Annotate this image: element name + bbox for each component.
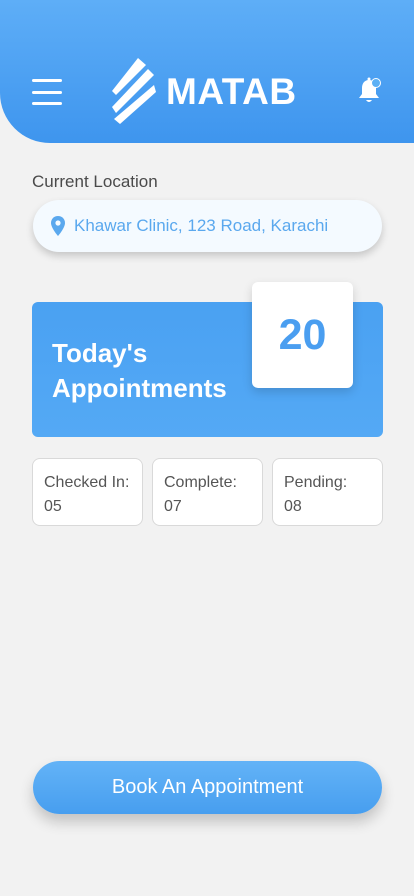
stat-checked-in[interactable]: Checked In: 05	[32, 458, 143, 526]
appointments-count: 20	[278, 310, 327, 359]
stat-label: Checked In:	[44, 474, 130, 491]
stat-label: Complete:	[164, 474, 237, 491]
app-header: MATAB	[0, 0, 414, 143]
hamburger-menu-icon[interactable]	[32, 79, 62, 105]
location-value: Khawar Clinic, 123 Road, Karachi	[74, 216, 329, 235]
appointments-title: Today's Appointments	[52, 338, 227, 403]
current-location-label: Current Location	[32, 172, 158, 191]
stat-complete[interactable]: Complete: 07	[152, 458, 263, 526]
notification-bell-button[interactable]	[357, 77, 383, 105]
stat-value: 07	[164, 498, 182, 515]
stat-value: 05	[44, 498, 62, 515]
appointments-count-box: 20	[252, 282, 353, 388]
matab-logo-mark-icon	[112, 58, 156, 124]
stat-value: 08	[284, 498, 302, 515]
book-appointment-button[interactable]: Book An Appointment	[33, 761, 382, 814]
notification-indicator-dot	[371, 78, 381, 88]
stat-label: Pending:	[284, 474, 348, 491]
app-name: MATAB	[166, 70, 297, 112]
stat-pending[interactable]: Pending: 08	[272, 458, 383, 526]
map-pin-icon	[51, 216, 65, 236]
app-logo: MATAB	[112, 58, 297, 124]
location-field[interactable]: Khawar Clinic, 123 Road, Karachi	[33, 200, 382, 252]
